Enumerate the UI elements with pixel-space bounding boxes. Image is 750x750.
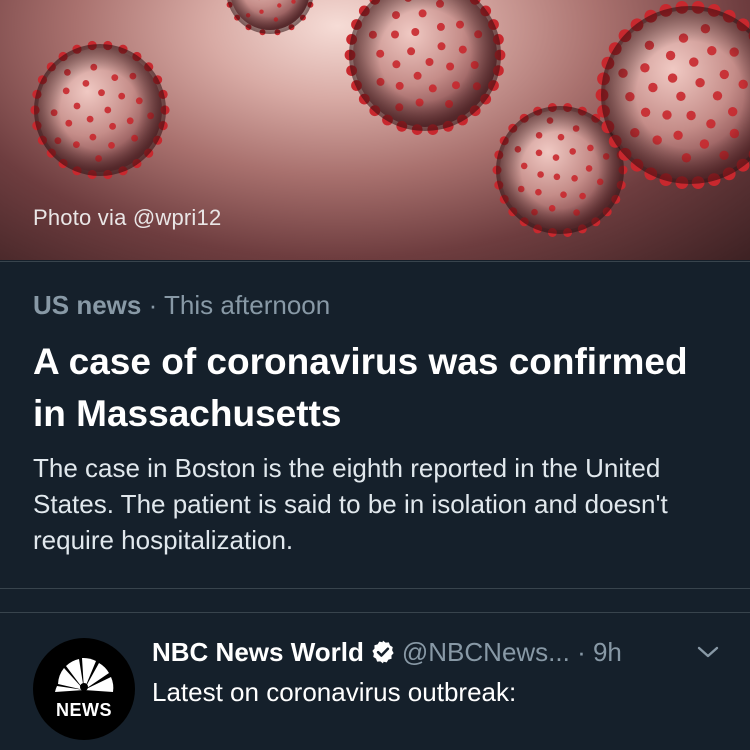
- card-meta: US news · This afternoon: [33, 290, 330, 321]
- virus-shading: [227, 0, 313, 34]
- tweet-text: Latest on coronavirus outbreak:: [152, 677, 517, 707]
- tweet-divider: [0, 612, 750, 613]
- tweet-detail-screen: Photo via @wpri12 US news · This afterno…: [0, 0, 750, 750]
- card-divider: [0, 588, 750, 589]
- card-time: This afternoon: [164, 290, 331, 320]
- card-headline: A case of coronavirus was confirmed in M…: [33, 341, 688, 434]
- link-card-body[interactable]: US news · This afternoon A case of coron…: [0, 261, 750, 589]
- display-name[interactable]: NBC News World: [152, 637, 364, 667]
- card-category: US news: [33, 290, 142, 320]
- article-image[interactable]: Photo via @wpri12: [0, 0, 750, 260]
- meta-separator: ·: [141, 290, 165, 320]
- virus-shading: [34, 44, 166, 176]
- verified-badge-icon: [372, 640, 394, 664]
- header-separator: ·: [569, 637, 593, 667]
- chevron-down-icon[interactable]: [695, 642, 721, 662]
- avatar-news-label: NEWS: [56, 700, 112, 720]
- avatar[interactable]: NEWS: [33, 638, 135, 740]
- peacock-logo-icon: [55, 657, 114, 692]
- user-handle[interactable]: @NBCNews...: [402, 637, 570, 667]
- tweet-timestamp[interactable]: 9h: [593, 637, 622, 667]
- photo-credit: Photo via @wpri12: [33, 205, 222, 230]
- card-summary: The case in Boston is the eighth reporte…: [33, 453, 668, 555]
- tweet-header: NBC News World @NBCNews... · 9h: [152, 634, 622, 670]
